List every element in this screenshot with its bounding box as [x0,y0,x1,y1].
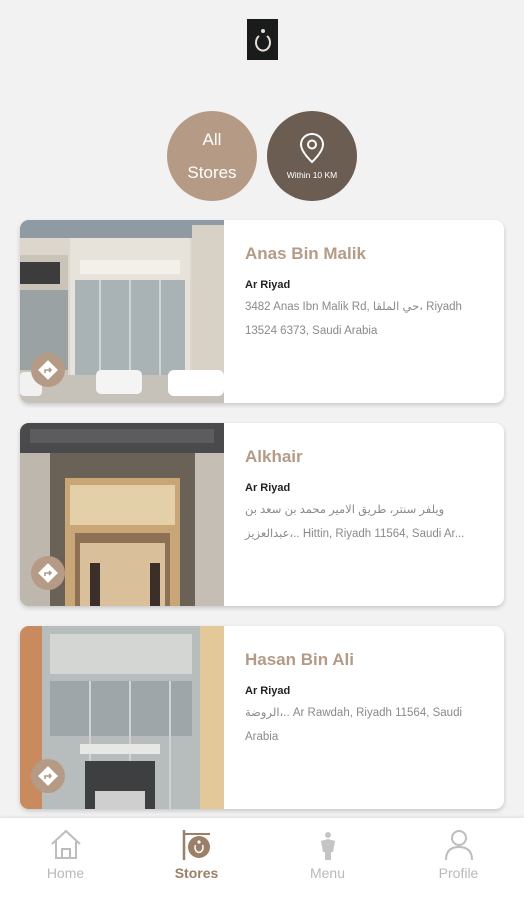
store-city: Ar Riyad [245,482,291,494]
home-icon [50,829,81,859]
tailor-icon [320,832,335,860]
brand-logo [247,19,278,60]
within-10km-label: Within 10 KM [286,170,338,180]
store-city: Ar Riyad [245,279,291,291]
all-stores-label-line2: Stores [187,163,237,182]
store-name: Hasan Bin Ali [245,650,354,669]
nav-menu[interactable]: Menu [262,818,393,900]
store-name: Alkhair [245,447,303,466]
nav-profile-label: Profile [438,865,479,881]
directions-icon [38,563,58,583]
store-card[interactable]: Alkhair Ar Riyad ويلفر سنتر، طريق الامير… [20,423,504,606]
directions-button[interactable] [31,759,65,793]
within-10km-filter-button[interactable]: Within 10 KM [267,111,357,201]
location-pin-icon [299,132,325,164]
directions-icon [38,766,58,786]
store-card[interactable]: Anas Bin Malik Ar Riyad 3482 Anas Ibn Ma… [20,220,504,403]
store-info: Alkhair Ar Riyad ويلفر سنتر، طريق الامير… [245,447,485,546]
directions-button[interactable] [31,556,65,590]
nav-home-label: Home [46,865,85,881]
all-stores-label-line1: All [202,130,222,149]
directions-icon [38,360,58,380]
nav-profile[interactable]: Profile [393,818,524,900]
store-name: Anas Bin Malik [245,244,366,263]
store-info: Hasan Bin Ali Ar Riyad الروضة،.. Ar Rawd… [245,650,485,749]
nav-stores[interactable]: Stores [131,818,262,900]
store-address: الروضة،.. Ar Rawdah, Riyadh 11564, Saudi… [245,707,463,743]
store-city: Ar Riyad [245,685,291,697]
user-icon [444,830,473,861]
nav-menu-label: Menu [309,865,346,881]
store-address: 3482 Anas Ibn Malik Rd, حي الملقا، Riyad… [245,301,462,337]
bottom-navigation: Home Stores Menu Profile [0,818,524,900]
directions-button[interactable] [31,353,65,387]
all-stores-filter-button[interactable]: All Stores [167,111,257,201]
store-info: Anas Bin Malik Ar Riyad 3482 Anas Ibn Ma… [245,244,485,343]
nav-home[interactable]: Home [0,818,131,900]
store-sign-icon [182,830,210,860]
store-card[interactable]: Hasan Bin Ali Ar Riyad الروضة،.. Ar Rawd… [20,626,504,809]
store-filters: All Stores Within 10 KM [0,111,524,201]
nav-stores-label: Stores [174,865,219,881]
store-address: ويلفر سنتر، طريق الامير محمد بن سعد بن ع… [245,504,465,540]
